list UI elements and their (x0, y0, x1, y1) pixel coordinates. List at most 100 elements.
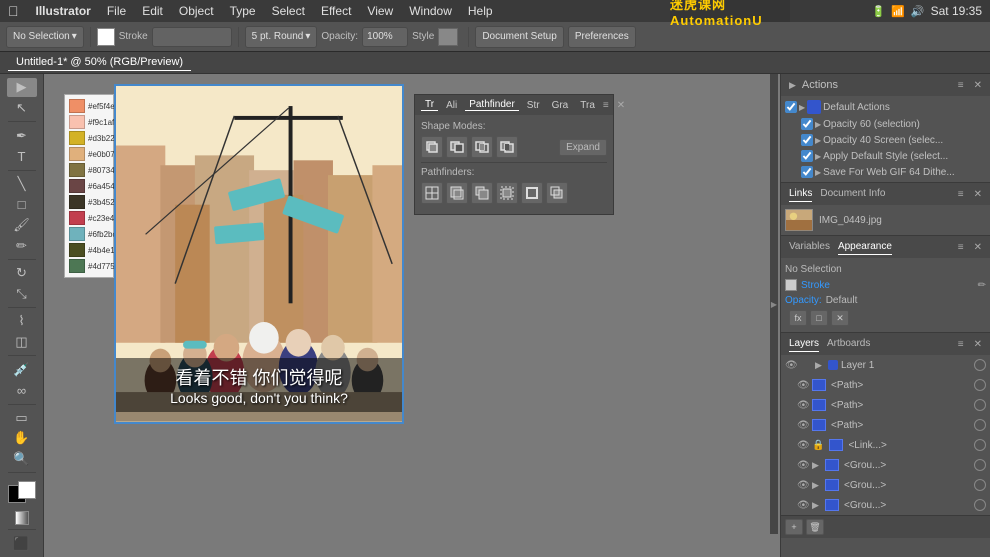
outline-btn[interactable] (521, 182, 543, 204)
pf-tab-gra[interactable]: Gra (548, 100, 573, 111)
pf-tab-pathfinder[interactable]: Pathfinder (465, 99, 519, 111)
pen-tool[interactable]: ✒ (7, 126, 37, 145)
hand-tool[interactable]: ✋ (7, 429, 37, 448)
menu-illustrator[interactable]: Illustrator (29, 2, 98, 20)
swatch-row-6[interactable]: #6a4545 (69, 179, 109, 193)
swatch-10[interactable] (69, 243, 85, 257)
apple-logo-icon[interactable]:  (8, 3, 19, 19)
document-tab[interactable]: Untitled-1* @ 50% (RGB/Preview) (8, 54, 191, 71)
swatch-3[interactable] (69, 131, 85, 145)
swatch-row-5[interactable]: #807342 (69, 163, 109, 177)
merge-btn[interactable] (471, 182, 493, 204)
doc-info-tab[interactable]: Document Info (820, 186, 885, 202)
swatch-1[interactable] (69, 99, 85, 113)
appearance-menu-icon[interactable]: ≡ (958, 242, 964, 253)
pathfinder-close-icon[interactable]: ✕ (617, 100, 625, 111)
pf-tab-tra[interactable]: Tra (576, 100, 599, 111)
swatch-row-8[interactable]: #c23e4e (69, 211, 109, 225)
swatch-5[interactable] (69, 163, 85, 177)
swatch-7[interactable] (69, 195, 85, 209)
app-icon-1[interactable]: fx (789, 310, 807, 326)
actions-item-1[interactable]: ▶ Opacity 60 (selection) (781, 116, 990, 132)
layer-path-3[interactable]: 👁 <Path> (781, 415, 990, 435)
app-icon-2[interactable]: □ (810, 310, 828, 326)
swatch-4[interactable] (69, 147, 85, 161)
unite-btn[interactable] (421, 136, 443, 158)
layer-path-1[interactable]: 👁 <Path> (781, 375, 990, 395)
variables-tab[interactable]: Variables (789, 239, 830, 255)
links-panel-header[interactable]: Links Document Info ≡ ✕ (781, 183, 990, 205)
swatch-row-10[interactable]: #4b4e1 (69, 243, 109, 257)
layer-group-3[interactable]: 👁 ▶ <Grou...> (781, 495, 990, 515)
actions-menu-icon[interactable]: ≡ (958, 80, 964, 91)
layer-1-eye-icon[interactable]: 👁 (785, 360, 797, 371)
opacity-input[interactable] (362, 27, 408, 47)
menu-edit[interactable]: Edit (135, 2, 170, 20)
intersect-btn[interactable] (471, 136, 493, 158)
swatch-11[interactable] (69, 259, 85, 273)
fill-swatch[interactable] (97, 28, 115, 46)
menu-window[interactable]: Window (402, 2, 459, 20)
swatch-row-7[interactable]: #3b4523 (69, 195, 109, 209)
swatch-row-9[interactable]: #6fb2bc (69, 227, 109, 241)
scale-tool[interactable]: ⤡ (7, 285, 37, 304)
swatch-row-1[interactable]: #ef5f4e (69, 99, 109, 113)
type-tool[interactable]: T (7, 147, 37, 166)
trim-btn[interactable] (446, 182, 468, 204)
layers-tab[interactable]: Layers (789, 336, 819, 352)
swatch-row-4[interactable]: #e0b07c (69, 147, 109, 161)
stroke-checkbox[interactable] (785, 279, 797, 291)
menu-effect[interactable]: Effect (314, 2, 358, 20)
layers-menu-icon[interactable]: ≡ (958, 339, 964, 350)
actions-item-1-check[interactable] (801, 118, 813, 130)
layer-path-2[interactable]: 👁 <Path> (781, 395, 990, 415)
style-swatch[interactable] (438, 28, 458, 46)
zoom-tool[interactable]: 🔍 (7, 450, 37, 469)
pf-tab-ali[interactable]: Ali (442, 100, 461, 111)
minus-back-btn[interactable] (546, 182, 568, 204)
actions-item-2-check[interactable] (801, 134, 813, 146)
layer-group-3-eye[interactable]: 👁 (797, 500, 809, 511)
layer-group-1[interactable]: 👁 ▶ <Grou...> (781, 455, 990, 475)
doc-setup-btn[interactable]: Document Setup (475, 26, 564, 48)
actions-item-2[interactable]: ▶ Opacity 40 Screen (selec... (781, 132, 990, 148)
expand-btn[interactable]: Expand (559, 139, 607, 156)
menu-select[interactable]: Select (265, 2, 312, 20)
fill-color-box[interactable] (18, 481, 36, 499)
no-selection-btn[interactable]: No Selection ▾ (6, 26, 84, 48)
rotate-tool[interactable]: ↻ (7, 264, 37, 283)
paintbrush-tool[interactable]: 🖌 (7, 216, 37, 235)
swatch-row-2[interactable]: #f9c1af (69, 115, 109, 129)
layer-link-lock-icon[interactable]: 🔒 (812, 440, 824, 451)
menu-view[interactable]: View (360, 2, 400, 20)
appearance-panel-header[interactable]: Variables Appearance ≡ ✕ (781, 236, 990, 258)
actions-item-3-check[interactable] (801, 150, 813, 162)
actions-item-4[interactable]: ▶ Save For Web GIF 64 Dithe... (781, 164, 990, 180)
layer-group-2[interactable]: 👁 ▶ <Grou...> (781, 475, 990, 495)
canvas-area[interactable]: #ef5f4e #f9c1af #d3b226 #e0b07c #807342 … (44, 74, 780, 557)
layer-1-row[interactable]: 👁 ▶ Layer 1 (781, 355, 990, 375)
layers-close-icon[interactable]: ✕ (974, 339, 982, 350)
swatch-6[interactable] (69, 179, 85, 193)
actions-default-row[interactable]: ▶ Default Actions (781, 98, 990, 116)
crop-btn[interactable] (496, 182, 518, 204)
menu-help[interactable]: Help (461, 2, 500, 20)
layer-link-row[interactable]: 👁 🔒 <Link...> (781, 435, 990, 455)
pencil-tool[interactable]: ✏ (7, 236, 37, 255)
layer-path-3-eye[interactable]: 👁 (797, 420, 809, 431)
layer-group-2-eye[interactable]: 👁 (797, 480, 809, 491)
actions-item-3[interactable]: ▶ Apply Default Style (select... (781, 148, 990, 164)
exclude-btn[interactable] (496, 136, 518, 158)
links-tab[interactable]: Links (789, 186, 812, 202)
actions-panel-header[interactable]: ▶ Actions ≡ ✕ (781, 74, 990, 96)
layer-group-1-expand[interactable]: ▶ (812, 460, 822, 471)
links-menu-icon[interactable]: ≡ (958, 189, 964, 200)
swatch-8[interactable] (69, 211, 85, 225)
layer-link-eye[interactable]: 👁 (797, 440, 809, 451)
screen-mode-btn[interactable]: ⬛ (7, 534, 37, 553)
swatch-2[interactable] (69, 115, 85, 129)
artboard-tool[interactable]: ▭ (7, 408, 37, 427)
layer-path-1-eye[interactable]: 👁 (797, 380, 809, 391)
pf-tab-tr[interactable]: Tr (421, 99, 438, 111)
app-icon-3[interactable]: ✕ (831, 310, 849, 326)
